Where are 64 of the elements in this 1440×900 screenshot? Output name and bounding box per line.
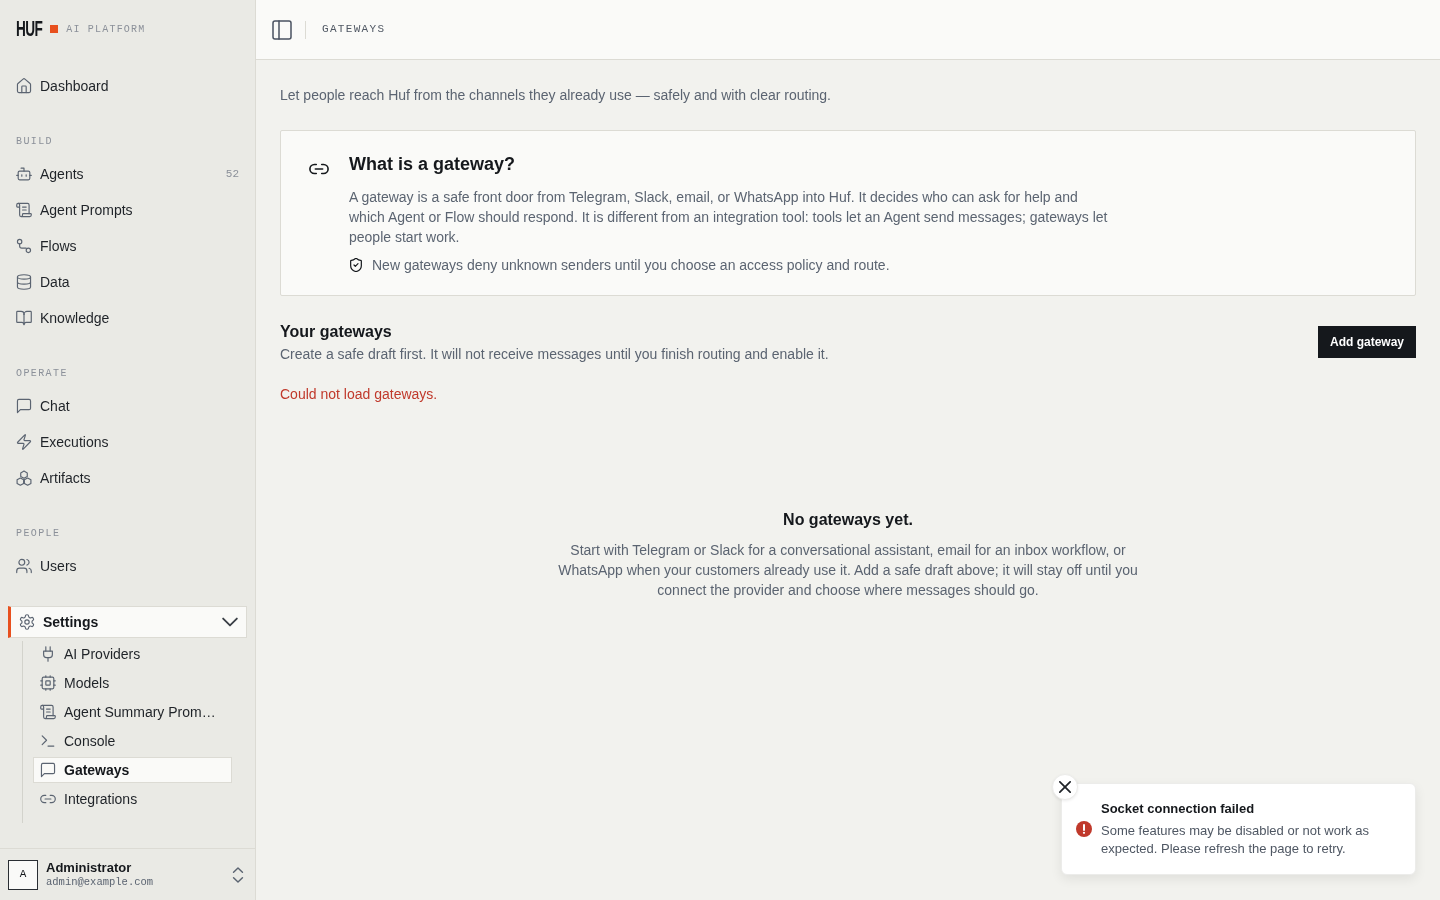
nav-item[interactable]: Dashboard (8, 68, 247, 104)
user-email: admin@example.com (46, 876, 154, 890)
nav-item[interactable]: Agents 52 (8, 156, 247, 192)
nav-subitem[interactable]: Agent Summary Prom… (33, 699, 232, 725)
nav-item[interactable]: Users (8, 548, 247, 584)
add-gateway-button[interactable]: Add gateway (1318, 326, 1416, 358)
empty-state-title: No gateways yet. (783, 510, 913, 530)
terminal-icon (40, 733, 56, 749)
plug-icon (40, 646, 56, 662)
chevrons-up-down-icon (232, 866, 244, 883)
note-text: New gateways deny unknown senders until you choose an access policy and route. (372, 256, 890, 275)
breadcrumb: GATEWAYS (322, 22, 386, 38)
toast-message: Some features may be disabled or not work as expected. Please refresh the page to retry. (1101, 822, 1371, 858)
logo-wordmark: HUF (16, 18, 43, 40)
nav-subitem[interactable]: Console (33, 728, 232, 754)
cubes-icon (16, 470, 32, 486)
nav-item[interactable]: Flows (8, 228, 247, 264)
database-icon (16, 274, 32, 290)
shield-check-icon (349, 258, 363, 272)
gear-icon (19, 614, 35, 630)
nav-item[interactable]: Knowledge (8, 300, 247, 336)
logo-mark-icon (50, 25, 59, 33)
platform-label: AI PLATFORM (66, 22, 146, 37)
intro-text: Let people reach Huf from the channels they already use — safely and with clear routing. (280, 86, 832, 105)
section-heading: BUILD (15, 135, 54, 149)
error-message: Could not load gateways. (280, 385, 439, 404)
empty-state-text: Start with Telegram or Slack for a conversational assistant, email for an inbox workflow, or WhatsApp when your customers already use it. Add a safe draft above; it will stay off until you connect the provider and choose where messages should go. (558, 541, 1138, 600)
nav-subitem[interactable]: AI Providers (33, 641, 232, 667)
scroll-icon (16, 202, 32, 218)
section-heading: PEOPLE (15, 527, 62, 541)
close-button[interactable] (1052, 774, 1078, 800)
panel-icon (272, 19, 292, 40)
nav-item[interactable]: Settings (8, 606, 247, 638)
nav-subitem[interactable]: Models (33, 670, 232, 696)
nav-item[interactable]: Agent Prompts (8, 192, 247, 228)
nav-subitem[interactable]: Gateways (33, 757, 232, 783)
count-text: 52 (225, 166, 239, 182)
toast-title: Socket connection failed (1101, 800, 1256, 818)
sidebar-toggle-button[interactable] (270, 17, 294, 42)
card-description: A gateway is a safe front door from Telegram, Slack, email, or WhatsApp into Huf. It decides who can ask for help and which Agent or Flow should respond. It is different from an integration tool: tools let an Agent send messages; gateways let people start work. (349, 188, 1109, 247)
nav-item[interactable]: Data (8, 264, 247, 300)
avatar: A (8, 859, 38, 890)
section-subtitle: Create a safe draft first. It will not receive messages until you finish routing and enable it. (280, 345, 829, 364)
scroll-icon (40, 704, 56, 720)
card-title: What is a gateway? (349, 153, 517, 176)
book-icon (16, 310, 32, 326)
user-name: Administrator (46, 859, 133, 877)
robot-icon (16, 166, 32, 182)
lightning-icon (16, 434, 32, 450)
account-menu[interactable]: A Administrator admin@example.com (0, 848, 255, 900)
nav-subitem[interactable]: Integrations (33, 786, 232, 812)
section-title: Your gateways (280, 322, 393, 342)
chat-bubble-icon (40, 762, 56, 778)
close-icon (1059, 781, 1071, 793)
users-icon (16, 558, 32, 574)
house-icon (16, 78, 32, 94)
chip-icon (40, 675, 56, 691)
error-icon (1076, 821, 1092, 837)
nav-item[interactable]: Executions (8, 424, 247, 460)
chat-bubble-icon (16, 398, 32, 414)
nav-item[interactable]: Chat (8, 388, 247, 424)
section-heading: OPERATE (15, 367, 69, 381)
nodes-icon (16, 238, 32, 254)
nav-item[interactable]: Artifacts (8, 460, 247, 496)
